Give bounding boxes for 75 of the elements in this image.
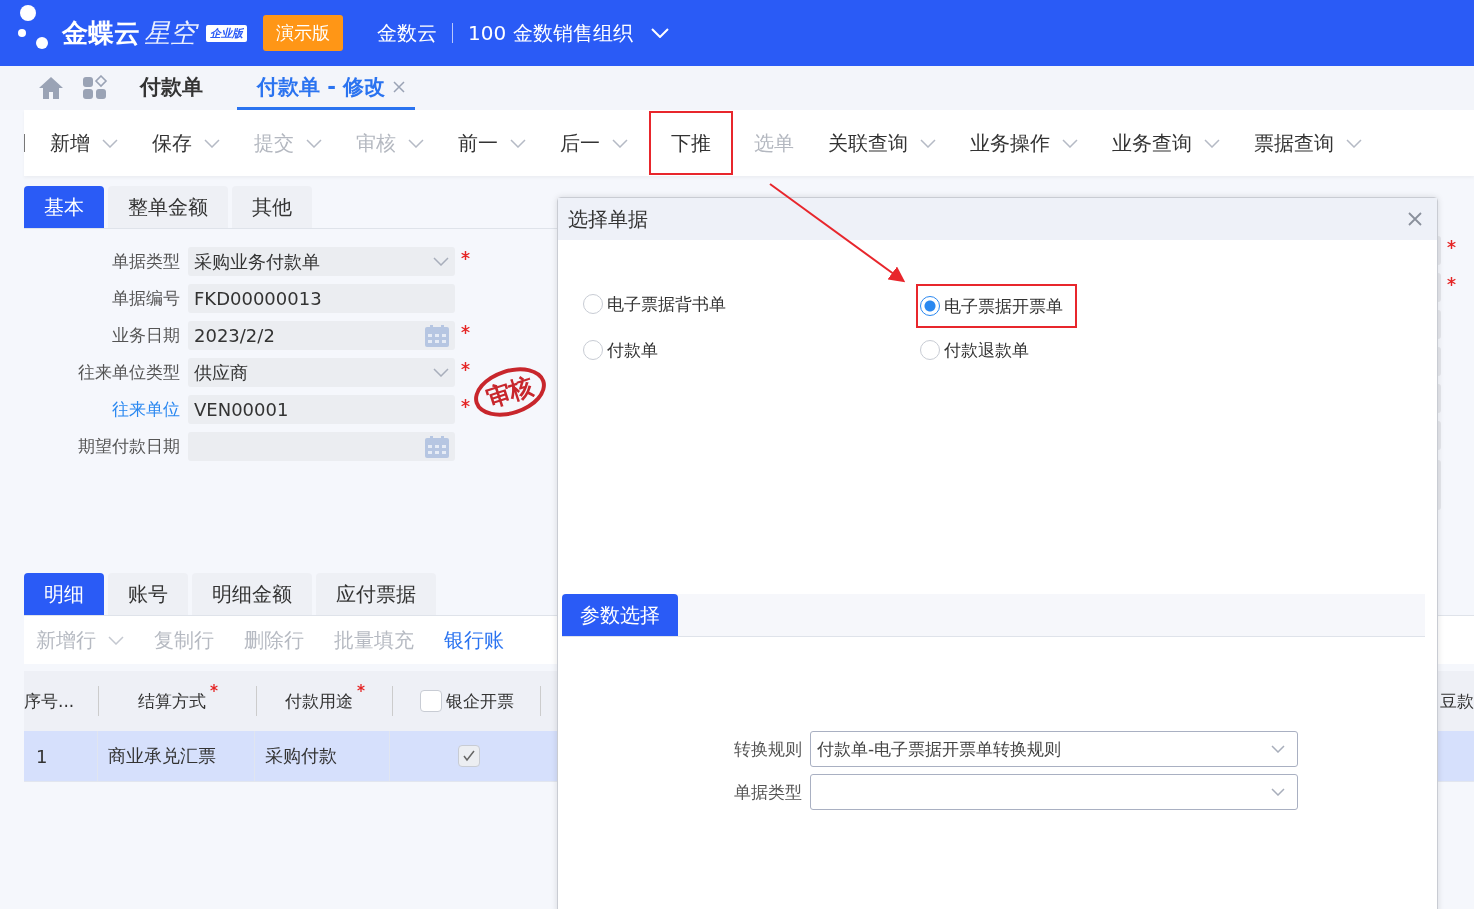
calendar-icon[interactable] <box>425 324 449 347</box>
toolbar-button[interactable]: 前一 <box>445 111 539 175</box>
form-tab[interactable]: 其他 <box>232 186 312 228</box>
radio-button[interactable] <box>920 340 940 360</box>
select-field[interactable] <box>810 774 1298 810</box>
required-icon <box>461 325 470 334</box>
home-icon[interactable] <box>38 76 64 100</box>
caret-icon[interactable] <box>1271 788 1285 796</box>
field-label: 转换规则 <box>733 737 803 761</box>
input-field[interactable]: 供应商 <box>188 358 455 387</box>
input-field[interactable]: FKD00000013 <box>188 284 455 313</box>
detail-tab[interactable]: 明细金额 <box>192 573 312 615</box>
radio-option[interactable]: 付款退款单 <box>916 330 1043 370</box>
column-header[interactable]: 豆款 <box>1440 689 1474 713</box>
calendar-icon[interactable] <box>425 435 449 458</box>
toolbar-button[interactable]: 下推 <box>649 111 733 175</box>
select-field[interactable]: 付款单-电子票据开票单转换规则 <box>810 731 1298 767</box>
required-icon <box>209 684 218 692</box>
org-selector[interactable]: 100 金数销售组织 <box>468 19 633 47</box>
toolbar-button[interactable]: 保存 <box>139 111 233 175</box>
toolbar-button[interactable]: 关联查询 <box>815 111 949 175</box>
toolbar-button[interactable]: 后一 <box>547 111 641 175</box>
column-header[interactable]: 序号... <box>24 689 75 713</box>
table-cell: 商业承兑汇票 <box>98 731 255 781</box>
radio-option[interactable]: 付款单 <box>579 330 672 370</box>
field-label: 单据类型 <box>733 780 803 804</box>
required-icon <box>461 251 470 260</box>
toolbar-button[interactable]: 票据查询 <box>1241 111 1375 175</box>
caret-icon[interactable] <box>1271 745 1285 753</box>
close-icon[interactable] <box>393 80 406 93</box>
checkbox[interactable] <box>419 690 442 712</box>
toolbar-button[interactable]: 业务操作 <box>957 111 1091 175</box>
form-tab[interactable]: 基本 <box>24 186 104 228</box>
close-icon[interactable] <box>1408 212 1422 226</box>
column-header[interactable]: 付款用途 <box>284 689 353 713</box>
radio-option[interactable]: 电子票据背书单 <box>579 284 740 324</box>
detail-tab[interactable]: 账号 <box>108 573 188 615</box>
form-tab[interactable]: 整单金额 <box>108 186 228 228</box>
field-label: 业务日期 <box>111 324 181 347</box>
required-icon <box>461 362 470 371</box>
table-cell: 1 <box>24 731 98 781</box>
input-field[interactable]: 2023/2/2 <box>188 321 455 350</box>
field-label: 往来单位类型 <box>77 361 181 384</box>
required-icon <box>1447 277 1456 286</box>
page-tab[interactable]: 付款单 <box>128 66 215 110</box>
dialog-title: 选择单据 <box>568 205 648 233</box>
section-tab[interactable]: 参数选择 <box>562 594 678 636</box>
radio-button[interactable] <box>583 294 603 314</box>
column-header[interactable]: 结算方式 <box>137 689 206 713</box>
required-icon <box>461 399 470 408</box>
toolbar-button[interactable]: 业务查询 <box>1099 111 1233 175</box>
required-icon <box>1447 240 1456 249</box>
detail-tab[interactable]: 明细 <box>24 573 104 615</box>
field-label: 单据编号 <box>111 287 181 310</box>
detail-tab[interactable]: 应付票据 <box>316 573 436 615</box>
column-header[interactable]: 银企开票 <box>445 689 514 713</box>
input-field[interactable]: 采购业务付款单 <box>188 247 455 276</box>
radio-option[interactable]: 电子票据开票单 <box>916 284 1077 328</box>
radio-button[interactable] <box>583 340 603 360</box>
field-label: 期望付款日期 <box>77 435 181 458</box>
toolbar-button[interactable]: 新增 <box>37 111 131 175</box>
apps-icon[interactable] <box>82 75 108 101</box>
edition-badge: 企业版 <box>206 24 247 42</box>
check-icon <box>461 749 476 763</box>
demo-badge: 演示版 <box>263 15 343 51</box>
input-field[interactable] <box>188 432 455 461</box>
table-cell: 采购付款 <box>255 731 390 781</box>
row-action-button[interactable]: 银行账 <box>440 626 508 654</box>
input-field[interactable]: VEN00001 <box>188 395 455 424</box>
required-icon <box>356 684 365 692</box>
checkbox[interactable] <box>457 745 480 767</box>
org-group[interactable]: 金数云 <box>377 19 437 47</box>
field-label: 单据类型 <box>111 250 181 273</box>
radio-button[interactable] <box>920 296 940 316</box>
logo-text: 金蝶云 <box>62 16 140 50</box>
